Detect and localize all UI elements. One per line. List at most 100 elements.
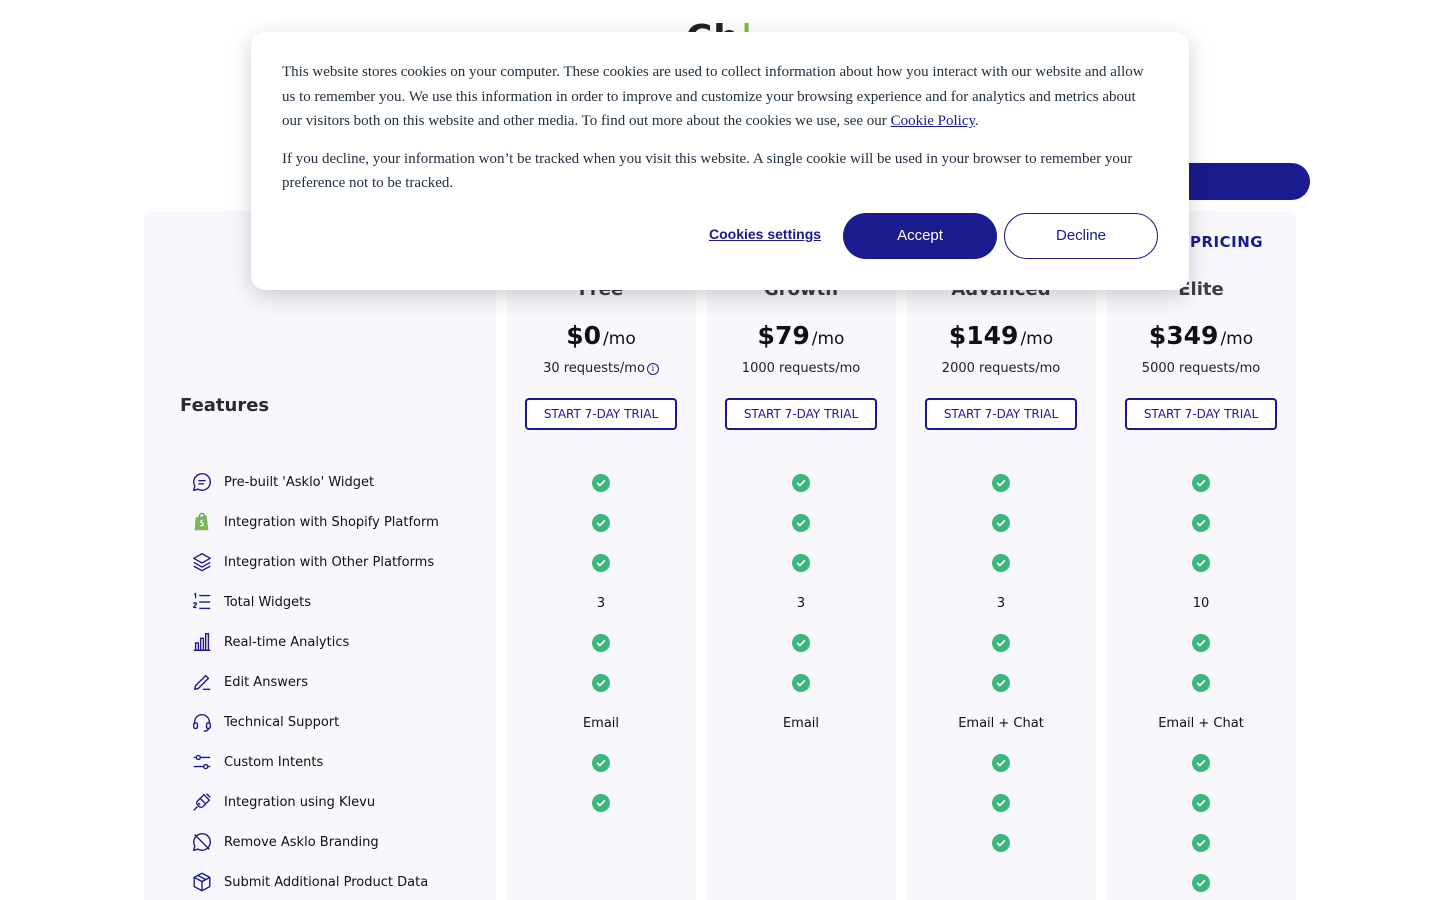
feature-cell-check [1106, 631, 1296, 655]
bar-chart-icon [190, 630, 214, 654]
price-amount: $349 [1148, 321, 1219, 350]
feature-cell-check [1106, 551, 1296, 575]
cookie-notice-text: This website stores cookies on your comp… [282, 64, 1144, 129]
feature-cell-check [506, 471, 696, 495]
feature-row: Remove Asklo Branding [190, 830, 379, 854]
feature-cell-value: Email [582, 715, 620, 731]
start-trial-button-elite[interactable]: START 7-DAY TRIAL [1125, 398, 1277, 430]
plan-requests-elite: 5000 requests/mo [1106, 361, 1296, 376]
package-icon [190, 870, 214, 894]
check-icon [592, 514, 610, 532]
feature-cell-value: 3 [996, 595, 1006, 611]
pricing-tag: PRICING [1190, 233, 1264, 251]
check-icon [592, 474, 610, 492]
feature-cell-value: 3 [796, 595, 806, 611]
feature-cell-check [506, 551, 696, 575]
info-icon[interactable]: i [646, 362, 659, 375]
feature-label: Pre-built 'Asklo' Widget [224, 474, 375, 490]
feature-cell-check [1106, 831, 1296, 855]
feature-cell-check [506, 751, 696, 775]
feature-cell-check [906, 831, 1096, 855]
check-icon [1192, 514, 1210, 532]
check-icon [792, 554, 810, 572]
check-icon [592, 754, 610, 772]
feature-cell-check [1106, 511, 1296, 535]
check-icon [1192, 554, 1210, 572]
check-icon [792, 514, 810, 532]
feature-cell-check [1106, 791, 1296, 815]
cookies-settings-link[interactable]: Cookies settings [709, 226, 821, 242]
check-icon [992, 794, 1010, 812]
plan-price-free: $0/mo [506, 321, 696, 350]
accept-button[interactable]: Accept [843, 213, 997, 259]
check-icon [592, 634, 610, 652]
check-icon [1192, 794, 1210, 812]
feature-cell-check [506, 511, 696, 535]
check-icon [1192, 674, 1210, 692]
price-amount: $149 [948, 321, 1019, 350]
check-icon [592, 794, 610, 812]
plan-requests-advanced: 2000 requests/mo [906, 361, 1096, 376]
feature-label: Technical Support [224, 714, 340, 730]
price-period: /mo [603, 329, 636, 349]
check-icon [592, 674, 610, 692]
feature-cell-check [906, 791, 1096, 815]
feature-label: Custom Intents [224, 754, 324, 770]
chat-off-icon [190, 830, 214, 854]
check-icon [992, 514, 1010, 532]
feature-cell-check [906, 671, 1096, 695]
headset-icon [190, 710, 214, 734]
feature-cell-check [906, 471, 1096, 495]
feature-row: Integration with Other Platforms [190, 550, 434, 574]
price-amount: $0 [566, 321, 602, 350]
numbered-list-icon [190, 590, 214, 614]
plan-price-elite: $349/mo [1106, 321, 1296, 350]
feature-row: Total Widgets [190, 590, 311, 614]
features-heading: Features [180, 395, 270, 416]
feature-cell-check [706, 671, 896, 695]
feature-cell-value: 10 [1192, 595, 1210, 611]
check-icon [992, 634, 1010, 652]
feature-cell-check [906, 631, 1096, 655]
feature-cell-value: Email + Chat [1158, 715, 1244, 731]
feature-label: Submit Additional Product Data [224, 874, 429, 890]
feature-row: Integration using Klevu [190, 790, 375, 814]
check-icon [992, 754, 1010, 772]
chat-bubble-icon [190, 470, 214, 494]
feature-cell-check [1106, 471, 1296, 495]
plan-requests-free: 30 requests/mo i [506, 361, 696, 376]
check-icon [792, 634, 810, 652]
check-icon [992, 674, 1010, 692]
feature-label: Integration with Shopify Platform [224, 514, 439, 530]
feature-cell-check [706, 511, 896, 535]
feature-cell-check [906, 751, 1096, 775]
price-period: /mo [811, 329, 845, 349]
requests-text: 1000 requests/mo [741, 361, 861, 376]
feature-cell-check [906, 511, 1096, 535]
check-icon [1192, 834, 1210, 852]
check-icon [792, 474, 810, 492]
feature-cell-check [1106, 671, 1296, 695]
decline-button[interactable]: Decline [1004, 213, 1158, 259]
feature-label: Edit Answers [224, 674, 308, 690]
check-icon [992, 554, 1010, 572]
requests-text: 5000 requests/mo [1141, 361, 1261, 376]
plan-price-advanced: $149/mo [906, 321, 1096, 350]
plan-price-growth: $79/mo [706, 321, 896, 350]
layers-icon [190, 550, 214, 574]
feature-label: Integration with Other Platforms [224, 554, 435, 570]
feature-cell-check [706, 551, 896, 575]
cookie-policy-link[interactable]: Cookie Policy [891, 113, 975, 129]
feature-cell-value: Email [782, 715, 820, 731]
check-icon [1192, 874, 1210, 892]
feature-cell-value: Email + Chat [958, 715, 1044, 731]
start-trial-button-advanced[interactable]: START 7-DAY TRIAL [925, 398, 1077, 430]
price-amount: $79 [757, 321, 810, 350]
feature-row: Pre-built 'Asklo' Widget [190, 470, 374, 494]
plan-requests-growth: 1000 requests/mo [706, 361, 896, 376]
feature-row: Real-time Analytics [190, 630, 349, 654]
start-trial-button-free[interactable]: START 7-DAY TRIAL [525, 398, 677, 430]
start-trial-button-growth[interactable]: START 7-DAY TRIAL [725, 398, 877, 430]
cookie-consent-dialog: This website stores cookies on your comp… [251, 32, 1189, 290]
check-icon [1192, 474, 1210, 492]
